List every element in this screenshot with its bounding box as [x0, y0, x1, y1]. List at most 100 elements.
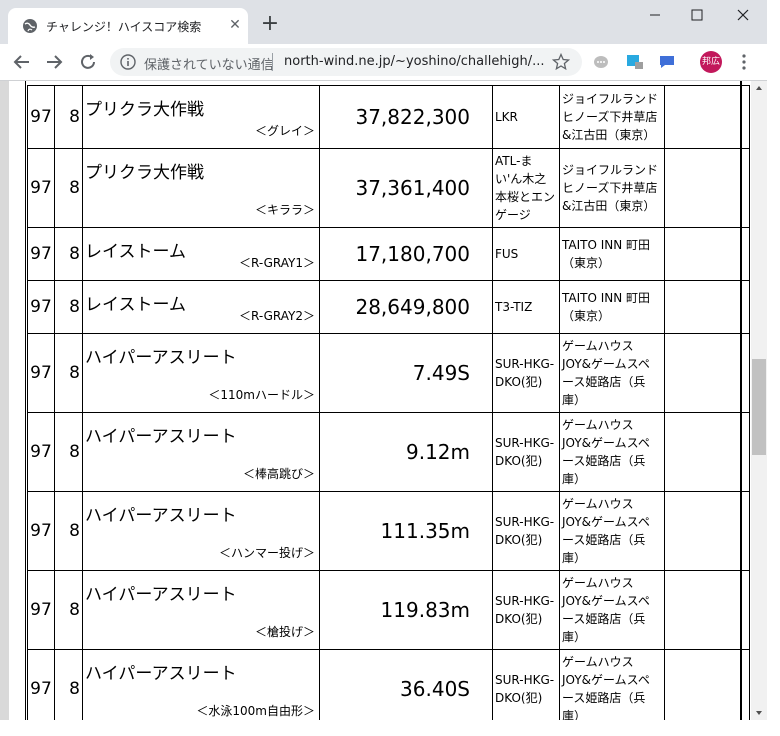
store-cell: ジョイフルランド ヒノーズ下井草店 &江古田（東京） — [559, 85, 665, 149]
close-icon[interactable]: ✕ — [224, 14, 246, 36]
game-cell: プリクラ大作戦 ＜グレイ＞ — [82, 85, 320, 149]
store-cell: ゲームハウス JOY&ゲームスペ ース姫路店（兵 庫） — [559, 412, 665, 492]
chat-icon[interactable] — [658, 54, 676, 70]
store-cell: ゲームハウス JOY&ゲームスペ ース姫路店（兵 庫） — [559, 491, 665, 571]
player-line: DKO(犯) — [495, 612, 543, 626]
store-cell: ゲームハウス JOY&ゲームスペ ース姫路店（兵 庫） — [559, 649, 665, 720]
game-title: ハイパーアスリート — [85, 585, 237, 605]
scroll-down-icon[interactable] — [754, 708, 764, 718]
number-cell: 8 — [54, 148, 83, 228]
store-line: JOY&ゲームスペ — [562, 515, 650, 529]
player-line: い'ん木之 — [495, 172, 547, 186]
player-cell: T3-TIZ — [492, 280, 560, 334]
page-border-left — [25, 81, 26, 720]
avatar[interactable]: 邦広 — [700, 51, 722, 73]
score-cell: 28,649,800 — [319, 280, 493, 334]
store-line: ゲームハウス — [562, 339, 634, 353]
number-cell: 8 — [54, 570, 83, 650]
version-cell: 97 — [27, 412, 55, 492]
table-row: 97 8 ハイパーアスリート ＜棒高跳び＞ 9.12m SUR-HKG- DKO(犯) ゲーム… — [27, 412, 750, 492]
player-line: SUR-HKG- — [495, 515, 555, 529]
number-cell: 8 — [54, 412, 83, 492]
game-title: プリクラ大作戦 — [85, 100, 204, 120]
scroll-up-icon[interactable] — [754, 83, 764, 93]
empty-cell — [664, 491, 750, 571]
game-variant: ＜R-GRAY2＞ — [238, 309, 315, 323]
version-cell: 97 — [27, 148, 55, 228]
info-icon[interactable] — [120, 54, 136, 70]
game-variant: ＜キララ＞ — [254, 203, 315, 217]
game-title: プリクラ大作戦 — [85, 163, 204, 183]
game-variant: ＜ハンマー投げ＞ — [218, 546, 315, 560]
store-cell: TAITO INN 町田 （東京） — [559, 280, 665, 334]
score-cell: 17,180,700 — [319, 227, 493, 281]
player-cell: ATL-ま い'ん木之 本桜とエン ゲージ — [492, 148, 560, 228]
plus-icon[interactable]: + — [258, 12, 282, 36]
table-row: 97 8 プリクラ大作戦 ＜グレイ＞ 37,822,300 LKR ジョイフルランド ヒノーズ… — [27, 85, 750, 149]
number-cell: 8 — [54, 227, 83, 281]
player-line: DKO(犯) — [495, 375, 543, 389]
forward-icon[interactable] — [42, 50, 66, 74]
reload-icon[interactable] — [76, 50, 100, 74]
chat-bubble-icon[interactable] — [592, 54, 610, 70]
browser-tab[interactable]: チャレンジ！ハイスコア検索 ✕ — [8, 8, 248, 44]
game-variant: ＜110mハードル＞ — [208, 388, 315, 402]
player-cell: FUS — [492, 227, 560, 281]
store-line: TAITO INN 町田 — [562, 291, 651, 305]
back-icon[interactable] — [10, 50, 34, 74]
scrollbar[interactable] — [751, 81, 767, 720]
score-table: 97 8 プリクラ大作戦 ＜グレイ＞ 37,822,300 LKR ジョイフルランド ヒノーズ… — [27, 85, 750, 720]
toolbar: 保護されていない通信 north-wind.ne.jp/~yoshino/cha… — [0, 44, 767, 81]
globe-icon — [23, 19, 37, 33]
number-cell: 8 — [54, 85, 83, 149]
player-line: ATL-ま — [495, 154, 533, 168]
game-cell: ハイパーアスリート ＜槍投げ＞ — [82, 570, 320, 650]
table-row: 97 8 プリクラ大作戦 ＜キララ＞ 37,361,400 ATL-ま い'ん木之 本桜とエン… — [27, 148, 750, 228]
url-text[interactable]: north-wind.ne.jp/~yoshino/challehigh/... — [284, 54, 544, 69]
maximize-icon[interactable] — [682, 4, 712, 26]
address-bar[interactable]: 保護されていない通信 north-wind.ne.jp/~yoshino/cha… — [110, 48, 582, 76]
player-line: SUR-HKG- — [495, 673, 555, 687]
player-line: SUR-HKG- — [495, 594, 555, 608]
table-row: 97 8 レイストーム ＜R-GRAY1＞ 17,180,700 FUS TAITO INN… — [27, 227, 750, 281]
player-line: FUS — [495, 247, 519, 261]
player-line: ゲージ — [495, 208, 531, 222]
score-cell: 111.35m — [319, 491, 493, 571]
scrollbar-thumb[interactable] — [752, 359, 766, 455]
extension-icon[interactable] — [626, 54, 644, 70]
store-cell: TAITO INN 町田 （東京） — [559, 227, 665, 281]
game-cell: レイストーム ＜R-GRAY2＞ — [82, 280, 320, 334]
security-label: 保護されていない通信 — [144, 58, 274, 73]
number-cell: 8 — [54, 649, 83, 720]
player-cell: SUR-HKG- DKO(犯) — [492, 412, 560, 492]
game-cell: ハイパーアスリート ＜ハンマー投げ＞ — [82, 491, 320, 571]
version-cell: 97 — [27, 570, 55, 650]
number-cell: 8 — [54, 333, 83, 413]
game-variant: ＜R-GRAY1＞ — [238, 256, 315, 270]
game-cell: ハイパーアスリート ＜110mハードル＞ — [82, 333, 320, 413]
empty-cell — [664, 280, 750, 334]
score-cell: 37,361,400 — [319, 148, 493, 228]
close-window-icon[interactable] — [728, 4, 758, 26]
store-line: ヒノーズ下井草店 — [562, 181, 658, 195]
game-title: ハイパーアスリート — [85, 348, 237, 368]
store-line: 庫） — [562, 630, 587, 644]
number-cell: 8 — [54, 491, 83, 571]
empty-cell — [664, 412, 750, 492]
page-viewport: 97 8 プリクラ大作戦 ＜グレイ＞ 37,822,300 LKR ジョイフルランド ヒノーズ… — [0, 81, 751, 720]
empty-cell — [664, 85, 750, 149]
player-cell: LKR — [492, 85, 560, 149]
separator — [272, 53, 273, 71]
status-area — [0, 720, 767, 736]
empty-cell — [664, 333, 750, 413]
store-line: 庫） — [562, 709, 587, 720]
player-line: SUR-HKG- — [495, 436, 555, 450]
menu-icon[interactable] — [734, 52, 754, 72]
number-cell: 8 — [54, 280, 83, 334]
player-line: DKO(犯) — [495, 691, 543, 705]
store-line: &江古田（東京） — [562, 199, 656, 213]
minimize-icon[interactable] — [640, 4, 670, 26]
game-variant: ＜グレイ＞ — [254, 124, 315, 138]
star-icon[interactable] — [552, 53, 570, 71]
player-line: DKO(犯) — [495, 533, 543, 547]
